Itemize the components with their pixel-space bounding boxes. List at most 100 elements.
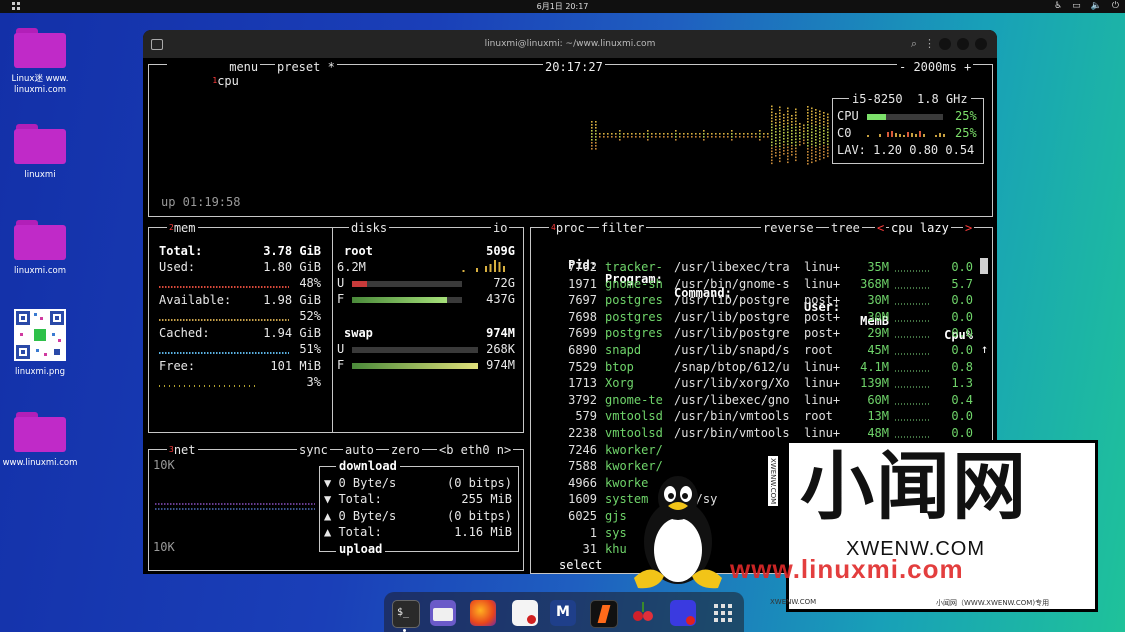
update-interval[interactable]: - 2000ms + [897,60,974,74]
cpu-graph-dot [779,154,781,157]
cpu-graph-dot [799,138,801,140]
cpu-graph-dot [679,133,681,135]
cpu-clock: 20:17:27 [543,60,605,74]
cpu-graph-dot [823,136,825,138]
cpu-tab[interactable]: cpu [217,74,239,88]
core0-graph-bar [935,135,937,137]
window-titlebar[interactable]: linuxmi@linuxmi: ~/www.linuxmi.com ⌕ ⋮ [143,30,997,58]
preset-tab[interactable]: preset * [275,60,337,74]
cpu-graph-dot [819,116,821,119]
cpu-graph-dot [687,136,689,138]
cpu-graph-dot [783,120,785,122]
cell-pid: 7588 [568,459,597,474]
minimize-button[interactable] [939,38,951,50]
volume-icon[interactable]: 🔈 [1091,1,1102,11]
cell-mem: 60M [867,392,889,407]
cpu-graph-dot [819,128,821,131]
net-sync-toggle[interactable]: sync [297,443,330,457]
cpu-graph-dot [827,152,829,155]
screen-icon[interactable]: ▭ [1072,1,1081,11]
burpsuite-app-icon[interactable] [590,600,618,628]
desktop-icon-folder[interactable]: www.linuxmi.com [0,412,80,469]
cpu-graph-dot [651,133,653,135]
cpu-graph-dot [815,118,817,120]
cpu-graph-dot [715,133,717,135]
disk-root-free-label: F [337,292,345,306]
cpu-graph-dot [815,136,817,138]
proc-scrollbar-thumb[interactable] [980,258,988,274]
cpu-graph-dot [691,133,693,135]
cpu-graph-dot [827,113,829,116]
cpu-graph-dot [619,133,621,135]
maximize-button[interactable] [957,38,969,50]
net-zero-toggle[interactable]: zero [389,443,422,457]
cpu-graph-dot [651,136,653,138]
text-editor-app-icon[interactable] [512,600,538,626]
desktop-icon-folder[interactable]: Linux迷 www. linuxmi.com [0,28,80,96]
net-title[interactable]: net [174,443,196,457]
cpu-graph-dot [623,136,625,138]
cpu-graph-dot [827,149,829,152]
core0-graph [867,131,945,137]
cell-mem-graph [895,286,931,289]
cell-pid: 7698 [568,309,597,324]
watermark-bottom-left: XWENW.COM [770,598,817,606]
cpu-graph-dot [671,136,673,138]
clock[interactable]: 6月1日 20:17 [0,1,1125,12]
cpu-graph-dot [775,137,777,139]
cell-mem: 4.1M [860,359,889,374]
cpu-graph-dot [823,115,825,117]
show-apps-grid-icon[interactable] [710,600,736,626]
power-icon[interactable]: ⏻ [1112,1,1119,11]
screen-recorder-app-icon[interactable] [670,600,696,626]
desktop-icon-image[interactable]: linuxmi.png [0,309,80,378]
cpu-graph-dot [779,145,781,148]
net-interface-selector[interactable]: <b eth0 n> [437,443,514,457]
menu-tab[interactable]: menu [229,60,259,74]
cell-cpu: 0.0 [951,326,973,341]
xwenw-watermark: 小闻网 XWENW.COM 小闻网（WWW.XWENW.COM)专用 XWENW… [730,436,1098,612]
cpu-graph-dot [811,158,813,161]
cpu-graph-dot [827,155,829,158]
cherrytree-app-icon[interactable] [630,600,656,626]
mem-title[interactable]: mem [174,221,196,235]
net-download-total: 255 MiB [461,492,512,506]
desktop-icon-folder[interactable]: linuxmi [0,124,80,181]
accessibility-icon[interactable]: ♿ [1054,1,1062,11]
cpu-graph-dot [735,133,737,135]
core0-graph-bar [887,132,889,137]
close-button[interactable] [975,38,987,50]
cpu-graph-dot [683,136,685,138]
cpu-graph-dot [731,130,733,132]
cpu-graph-dot [803,130,805,133]
files-app-icon[interactable] [430,600,456,626]
menu-kebab-icon[interactable]: ⋮ [924,37,935,50]
cpu-graph-dot [775,146,777,148]
cpu-graph-dot [595,124,597,126]
cpu-graph-dot [771,156,773,159]
disk-io-graph-bar [462,270,465,272]
cell-program: vmtoolsd [605,409,663,424]
folder-icon [14,28,66,68]
mem-free-percent: 3% [306,375,321,389]
terminal-app-icon[interactable]: $_ [392,600,420,628]
tux-penguin-watermark [630,472,726,592]
cpu-graph-dot [731,133,733,135]
desktop-icon-folder[interactable]: linuxmi.com [0,220,80,277]
net-auto-toggle[interactable]: auto [343,443,376,457]
cell-command: /snap/btop/612/u [674,359,790,374]
cpu-graph-dot [591,121,593,123]
metasploit-app-icon[interactable]: M [550,600,576,626]
firefox-app-icon[interactable] [470,600,496,626]
net-box: 3net sync auto zero <b eth0 n> 10K 10K d… [148,443,524,571]
search-icon[interactable]: ⌕ [911,37,917,51]
mem-used-meter [159,286,289,288]
cell-pid: 4966 [568,475,597,490]
cpu-graph-dot [819,134,821,137]
cpu-graph-dot [591,136,593,138]
proc-select-button[interactable]: select [557,558,605,572]
disks-io-toggle[interactable]: io [491,221,510,235]
disks-title[interactable]: disks [351,221,387,235]
cpu-graph-dot [619,139,621,141]
cpu-graph-dot [791,121,793,123]
